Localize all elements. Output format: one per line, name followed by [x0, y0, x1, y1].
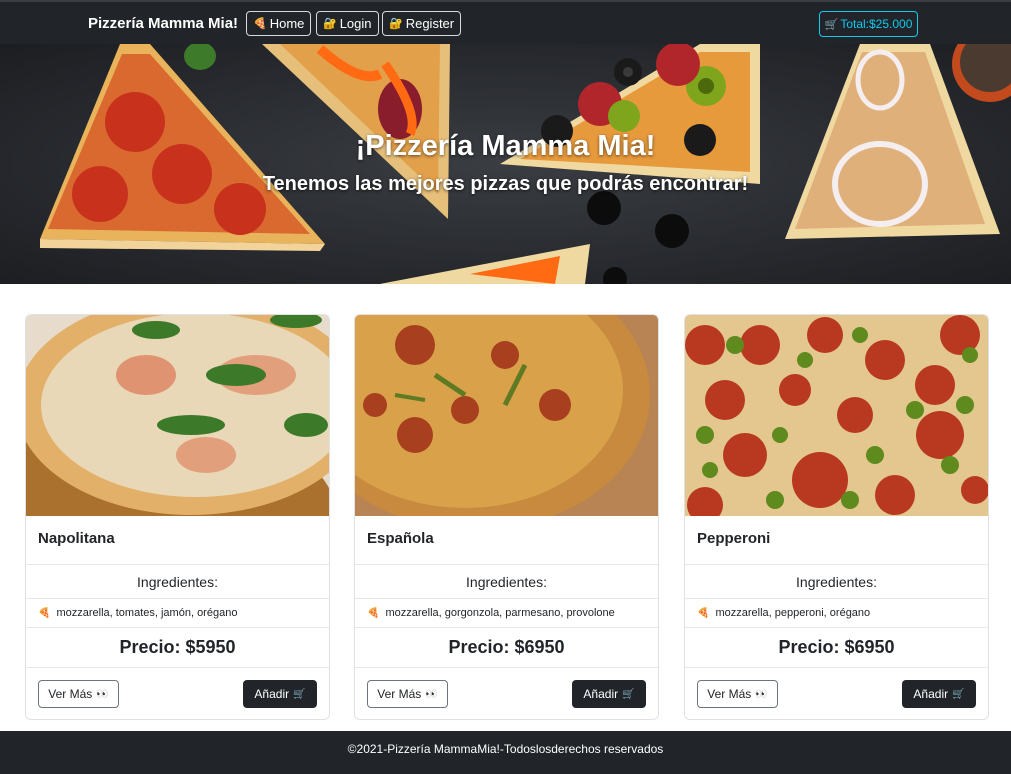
- ingredients-heading: Ingredientes:: [355, 565, 658, 599]
- see-more-button[interactable]: Ver Más 👀: [367, 680, 448, 708]
- cart-total-label: Total:$25.000: [840, 17, 913, 31]
- cart-icon: 🛒: [293, 688, 306, 700]
- pizza-name: Pepperoni: [685, 516, 988, 565]
- add-to-cart-button[interactable]: Añadir 🛒: [902, 680, 976, 708]
- add-to-cart-button[interactable]: Añadir 🛒: [243, 680, 317, 708]
- login-button[interactable]: 🔐 Login: [316, 11, 379, 36]
- ingredients-heading: Ingredientes:: [26, 565, 329, 599]
- pizza-price: Precio: $5950: [26, 628, 329, 668]
- pizza-image-espanola: [355, 315, 658, 516]
- hero-background-image: [0, 44, 1011, 284]
- hero-subtitle: Tenemos las mejores pizzas que podrás en…: [262, 173, 749, 195]
- eyes-icon: 👀: [96, 688, 109, 700]
- pizza-name: Napolitana: [26, 516, 329, 565]
- pizza-image-napolitana: [26, 315, 329, 516]
- see-more-button[interactable]: Ver Más 👀: [38, 680, 119, 708]
- pizza-price: Precio: $6950: [355, 628, 658, 668]
- eyes-icon: 👀: [755, 688, 768, 700]
- cart-icon: 🛒: [824, 18, 839, 31]
- see-more-label: Ver Más: [377, 687, 422, 701]
- footer: ©2021-Pizzería MammaMia!-Todoslosderecho…: [0, 731, 1011, 774]
- register-label: Register: [405, 16, 455, 31]
- pizza-slice-icon: 🍕: [253, 18, 267, 30]
- pizza-card-espanola: Española Ingredientes: 🍕 mozzarella, gor…: [354, 314, 659, 720]
- cart-total-button[interactable]: 🛒 Total:$25.000: [819, 11, 918, 37]
- ingredients-text: mozzarella, gorgonzola, parmesano, provo…: [385, 607, 615, 619]
- footer-text: ©2021-Pizzería MammaMia!-Todoslosderecho…: [347, 742, 664, 756]
- see-more-button[interactable]: Ver Más 👀: [697, 680, 778, 708]
- see-more-label: Ver Más: [707, 687, 752, 701]
- card-actions: Ver Más 👀 Añadir 🛒: [26, 668, 329, 719]
- lock-icon: 🔐: [389, 18, 403, 30]
- add-label: Añadir: [254, 687, 290, 701]
- pizza-image-pepperoni: [685, 315, 988, 516]
- card-actions: Ver Más 👀 Añadir 🛒: [355, 668, 658, 719]
- home-label: Home: [269, 16, 305, 31]
- add-label: Añadir: [583, 687, 619, 701]
- home-button[interactable]: 🍕 Home: [246, 11, 312, 36]
- ingredients-text: mozzarella, pepperoni, orégano: [715, 607, 871, 619]
- cart-icon: 🛒: [622, 688, 635, 700]
- card-actions: Ver Más 👀 Añadir 🛒: [685, 668, 988, 719]
- login-label: Login: [339, 16, 372, 31]
- add-to-cart-button[interactable]: Añadir 🛒: [572, 680, 646, 708]
- hero-title: ¡Pizzería Mamma Mia!: [355, 130, 656, 162]
- ingredients-heading: Ingredientes:: [685, 565, 988, 599]
- eyes-icon: 👀: [425, 688, 438, 700]
- pizza-price: Precio: $6950: [685, 628, 988, 668]
- hero-banner: ¡Pizzería Mamma Mia! Tenemos las mejores…: [0, 44, 1011, 284]
- pizza-slice-icon: 🍕: [697, 607, 710, 619]
- ingredients-list: 🍕 mozzarella, pepperoni, orégano: [685, 599, 988, 628]
- pizza-card-pepperoni: Pepperoni Ingredientes: 🍕 mozzarella, pe…: [684, 314, 989, 720]
- ingredients-list: 🍕 mozzarella, gorgonzola, parmesano, pro…: [355, 599, 658, 628]
- add-label: Añadir: [913, 687, 949, 701]
- pizza-slice-icon: 🍕: [38, 607, 51, 619]
- pizza-slice-icon: 🍕: [367, 607, 380, 619]
- cart-icon: 🛒: [952, 688, 965, 700]
- pizza-card-napolitana: Napolitana Ingredientes: 🍕 mozzarella, t…: [25, 314, 330, 720]
- ingredients-list: 🍕 mozzarella, tomates, jamón, orégano: [26, 599, 329, 628]
- see-more-label: Ver Más: [48, 687, 93, 701]
- navbar: Pizzería Mamma Mia! 🍕 Home 🔐 Login 🔐 Reg…: [0, 0, 1011, 44]
- ingredients-text: mozzarella, tomates, jamón, orégano: [56, 607, 238, 619]
- register-button[interactable]: 🔐 Register: [382, 11, 462, 36]
- pizza-name: Española: [355, 516, 658, 565]
- brand-title[interactable]: Pizzería Mamma Mia!: [88, 15, 238, 32]
- lock-icon: 🔐: [323, 18, 337, 30]
